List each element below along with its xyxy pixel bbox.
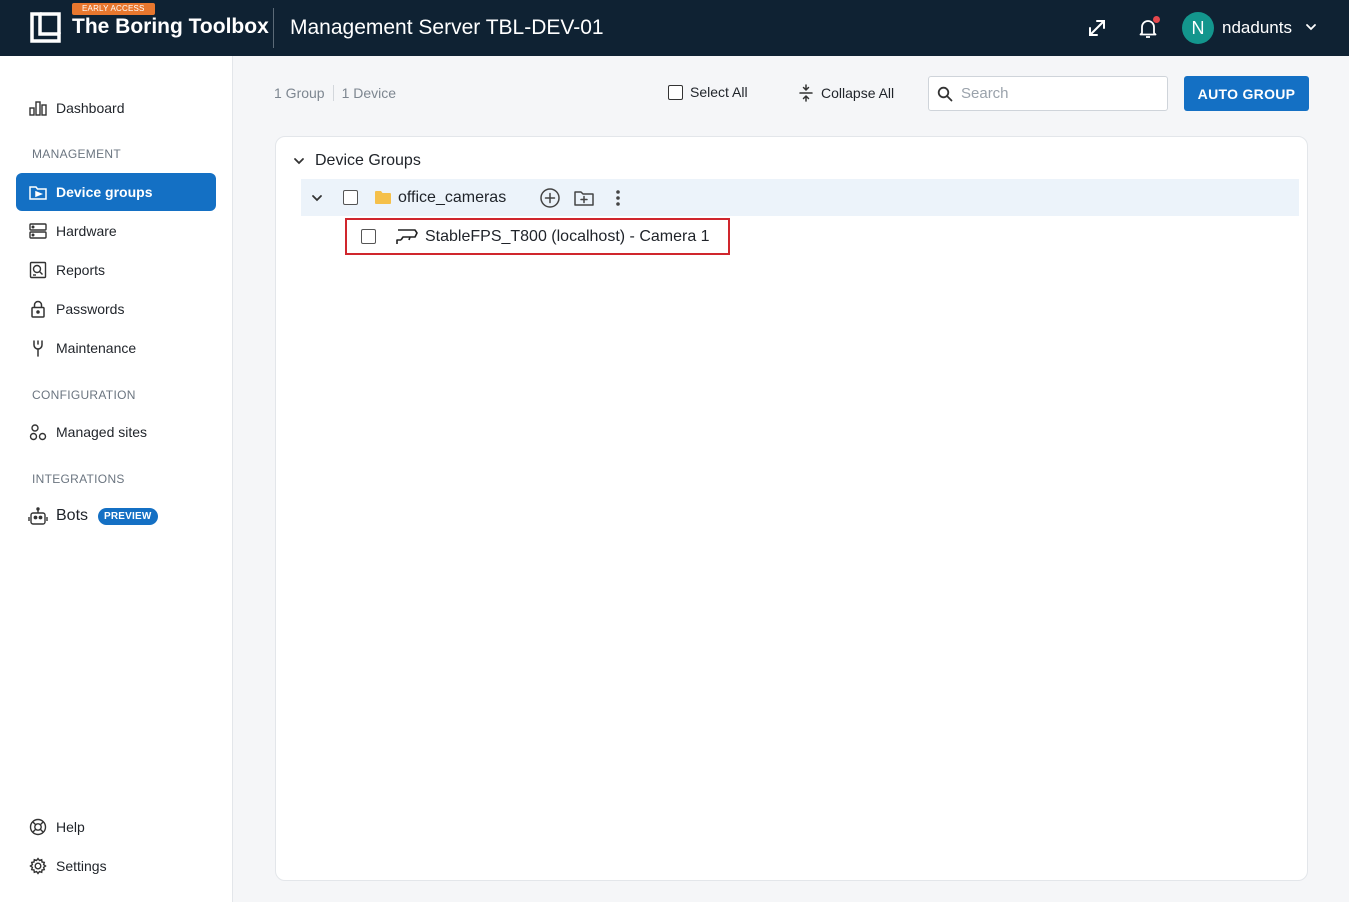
sidebar-item-settings[interactable]: Settings — [16, 847, 216, 885]
sidebar-item-label: Passwords — [56, 301, 125, 317]
robot-icon — [28, 506, 48, 526]
tree-root-label: Device Groups — [315, 152, 421, 169]
collapse-icon — [799, 84, 813, 102]
gear-icon — [28, 856, 48, 876]
collapse-all-label: Collapse All — [821, 85, 895, 101]
select-all-button[interactable]: Select All — [668, 84, 748, 100]
sidebar-item-label: Managed sites — [56, 424, 148, 440]
chevron-down-icon[interactable] — [310, 191, 324, 205]
preview-badge: PREVIEW — [98, 507, 158, 525]
count-divider — [332, 85, 334, 101]
sidebar-item-label: Dashboard — [56, 100, 125, 116]
bar-chart-icon — [28, 98, 48, 118]
group-name-wrap[interactable]: office_cameras — [374, 179, 506, 216]
group-name: office_cameras — [398, 188, 507, 206]
more-vertical-icon — [616, 189, 620, 206]
sidebar-item-label: Maintenance — [56, 340, 137, 356]
sites-icon — [28, 422, 48, 442]
sidebar-item-label: Help — [56, 819, 85, 835]
sidebar-item-maintenance[interactable]: Maintenance — [16, 329, 216, 367]
report-icon — [28, 260, 48, 280]
select-all-checkbox[interactable] — [668, 84, 683, 100]
sidebar-item-label: Reports — [56, 262, 106, 278]
group-more-button[interactable] — [615, 179, 621, 216]
device-label: StableFPS_T800 (localhost) - Camera 1 — [425, 227, 710, 245]
select-all-label: Select All — [690, 84, 748, 100]
camera-icon — [396, 228, 418, 244]
brand-name[interactable]: The Boring Toolbox — [72, 15, 269, 39]
early-access-badge: EARLY ACCESS — [72, 3, 155, 15]
plus-circle-icon — [540, 187, 560, 208]
tree-root-device-groups[interactable]: Device Groups — [292, 150, 421, 172]
logo-icon[interactable] — [30, 12, 61, 43]
add-subgroup-button[interactable] — [573, 179, 595, 216]
sidebar-item-hardware[interactable]: Hardware — [16, 212, 216, 250]
counts: 1 Group 1 Device — [274, 85, 396, 101]
server-title: Management Server TBL-DEV-01 — [290, 16, 604, 39]
group-row-office-cameras[interactable]: office_cameras — [301, 179, 1299, 216]
sidebar-item-device-groups[interactable]: Device groups — [16, 173, 216, 211]
server-icon — [28, 221, 48, 241]
section-configuration: CONFIGURATION — [32, 388, 136, 402]
sidebar-item-label: Hardware — [56, 223, 117, 239]
auto-group-button[interactable]: AUTO GROUP — [1184, 76, 1309, 111]
section-management: MANAGEMENT — [32, 147, 122, 161]
section-integrations: INTEGRATIONS — [32, 472, 125, 486]
sidebar-item-bots[interactable]: Bots PREVIEW — [16, 497, 216, 535]
folder-icon — [375, 191, 391, 204]
search-input[interactable] — [961, 85, 1151, 102]
brand-divider — [273, 8, 274, 48]
sidebar-item-dashboard[interactable]: Dashboard — [16, 89, 216, 127]
device-checkbox[interactable] — [361, 229, 376, 244]
chevron-down-icon[interactable] — [1304, 20, 1318, 34]
wrench-icon — [28, 338, 48, 358]
device-row[interactable]: StableFPS_T800 (localhost) - Camera 1 — [345, 218, 730, 255]
top-bar: EARLY ACCESS The Boring Toolbox Manageme… — [0, 0, 1349, 56]
notification-dot — [1153, 16, 1160, 23]
group-expand-toggle[interactable] — [310, 179, 324, 216]
folder-plus-icon — [574, 190, 594, 206]
sidebar-item-reports[interactable]: Reports — [16, 251, 216, 289]
sidebar-item-label: Bots — [56, 507, 89, 524]
device-count: 1 Device — [341, 85, 397, 101]
expand-icon[interactable] — [1083, 14, 1111, 42]
sidebar-item-managed-sites[interactable]: Managed sites — [16, 413, 216, 451]
chevron-down-icon[interactable] — [292, 154, 306, 168]
sidebar-item-label: Settings — [56, 858, 107, 874]
collapse-all-button[interactable]: Collapse All — [798, 84, 894, 102]
sidebar-item-passwords[interactable]: Passwords — [16, 290, 216, 328]
group-checkbox[interactable] — [343, 190, 358, 205]
lock-icon — [28, 299, 48, 319]
search-icon — [937, 86, 953, 101]
group-count: 1 Group — [274, 85, 325, 101]
sidebar-item-help[interactable]: Help — [16, 808, 216, 846]
avatar[interactable]: N — [1182, 12, 1214, 44]
add-device-button[interactable] — [539, 179, 561, 216]
username[interactable]: ndadunts — [1222, 18, 1292, 38]
group-checkbox-wrap[interactable] — [343, 179, 358, 216]
search-box[interactable] — [928, 76, 1168, 111]
sidebar-item-label: Device groups — [56, 184, 153, 200]
device-groups-icon — [28, 182, 48, 202]
bell-icon[interactable] — [1134, 14, 1162, 42]
lifebuoy-icon — [28, 817, 48, 837]
